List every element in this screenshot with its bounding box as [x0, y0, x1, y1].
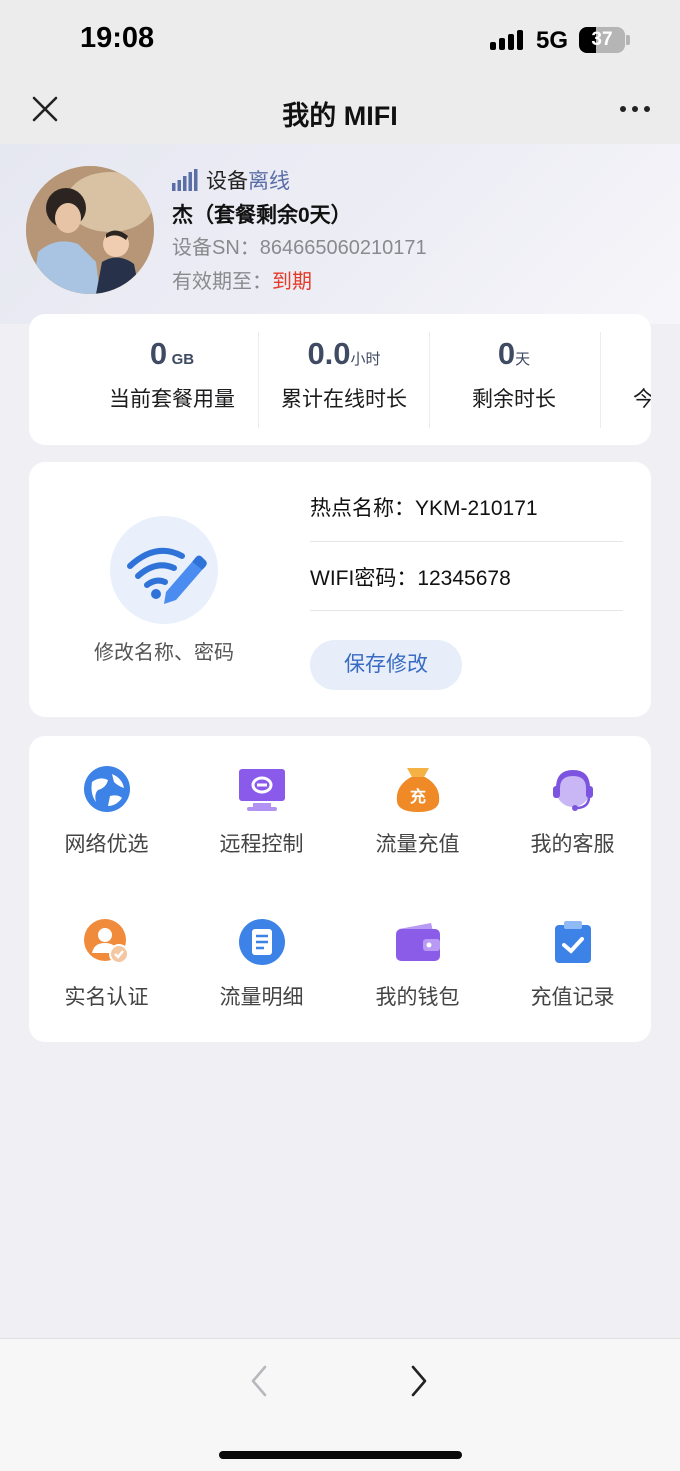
menu-recharge-record[interactable]: 充值记录 [495, 889, 650, 1039]
menu-wallet[interactable]: 我的钱包 [340, 889, 495, 1039]
expiry-status: 到期 [272, 271, 312, 293]
menu-label: 实名认证 [64, 986, 149, 1009]
cellular-signal-icon [490, 30, 526, 50]
device-label: 设备 [206, 170, 248, 193]
stat-online-time: 0.0小时 累计在线时长 [265, 314, 423, 445]
status-bar: 19:08 5G 37 [0, 0, 680, 80]
svg-text:充: 充 [410, 787, 426, 806]
feature-menu-card: 网络优选 远程控制 充 流量充值 我的客服 实名认证 流量明细 我的钱包 充值记… [29, 736, 651, 1042]
menu-customer-service[interactable]: 我的客服 [495, 736, 650, 886]
expiry-label: 有效期至： [172, 271, 272, 293]
network-type: 5G [536, 27, 569, 54]
battery-tip [626, 35, 630, 45]
stat-value: 0.0 [307, 336, 351, 371]
menu-label: 流量明细 [219, 986, 304, 1009]
stat-unit: GB [171, 351, 195, 368]
customer-service-icon [553, 770, 593, 811]
avatar[interactable] [26, 166, 154, 294]
status-time: 19:08 [80, 22, 155, 54]
menu-data-recharge[interactable]: 充 流量充值 [340, 736, 495, 886]
signal-bars-icon [172, 169, 198, 191]
stat-value: 0 [149, 336, 168, 371]
menu-remote-control[interactable]: 远程控制 [184, 736, 339, 886]
menu-data-detail[interactable]: 流量明细 [184, 889, 339, 1039]
stat-partial: 今 [633, 314, 651, 445]
wifi-edit-icon [127, 547, 207, 604]
owner-plan: 杰（套餐剩余0天） [172, 204, 352, 227]
stat-remaining-time: 0天 剩余时长 [435, 314, 593, 445]
menu-label: 流量充值 [375, 833, 460, 856]
more-icon[interactable] [618, 94, 652, 124]
divider [310, 541, 623, 542]
wallet-icon [396, 923, 440, 961]
battery-level: 37 [591, 29, 613, 50]
stat-label: 累计在线时长 [281, 388, 407, 411]
document-list-icon [239, 919, 285, 965]
menu-real-name[interactable]: 实名认证 [29, 889, 184, 1039]
globe-icon [84, 766, 130, 812]
user-verify-icon [84, 919, 129, 964]
wifi-settings-card: 修改名称、密码 热点名称：YKM-210171 WIFI密码：12345678 … [29, 462, 651, 717]
expiry-line: 有效期至：到期 [172, 265, 312, 294]
divider [429, 332, 430, 428]
nav-bar: 我的 MIFI [0, 80, 680, 144]
stat-plan-usage: 0 GB 当前套餐用量 [93, 314, 251, 445]
menu-label: 远程控制 [219, 833, 304, 856]
edit-wifi-button[interactable] [110, 516, 218, 624]
battery-icon: 37 [579, 27, 625, 53]
stat-label: 剩余时长 [472, 388, 556, 411]
back-arrow-icon[interactable] [244, 1363, 274, 1399]
page-title: 我的 MIFI [282, 101, 398, 131]
wifi-password-field[interactable]: WIFI密码：12345678 [310, 562, 623, 592]
menu-network-optimize[interactable]: 网络优选 [29, 736, 184, 886]
usage-stats-card: 0 GB 当前套餐用量 0.0小时 累计在线时长 0天 剩余时长 今 [29, 314, 651, 445]
stat-unit: 小时 [350, 351, 381, 368]
menu-label: 我的客服 [530, 833, 615, 856]
menu-label: 我的钱包 [375, 986, 460, 1009]
edit-wifi-caption: 修改名称、密码 [94, 642, 234, 664]
recharge-bag-icon: 充 [396, 768, 440, 812]
stat-unit: 天 [515, 351, 531, 368]
menu-label: 充值记录 [530, 986, 615, 1009]
divider [258, 332, 259, 428]
divider [310, 610, 623, 611]
device-status-line: 设备 离线 [172, 166, 290, 194]
bottom-toolbar [0, 1338, 680, 1471]
device-sn: 设备SN：864665060210171 [172, 237, 427, 259]
clipboard-check-icon [555, 921, 591, 963]
stat-value: 0 [497, 336, 516, 371]
divider [600, 332, 601, 428]
device-status: 离线 [248, 170, 290, 193]
menu-label: 网络优选 [64, 833, 149, 856]
stat-label: 当前套餐用量 [109, 388, 235, 411]
hotspot-name-field[interactable]: 热点名称：YKM-210171 [310, 492, 623, 522]
forward-arrow-icon[interactable] [404, 1363, 434, 1399]
save-button[interactable]: 保存修改 [310, 640, 462, 690]
remote-monitor-icon [239, 769, 285, 811]
stat-label: 今 [633, 388, 651, 411]
home-indicator[interactable] [219, 1451, 462, 1459]
